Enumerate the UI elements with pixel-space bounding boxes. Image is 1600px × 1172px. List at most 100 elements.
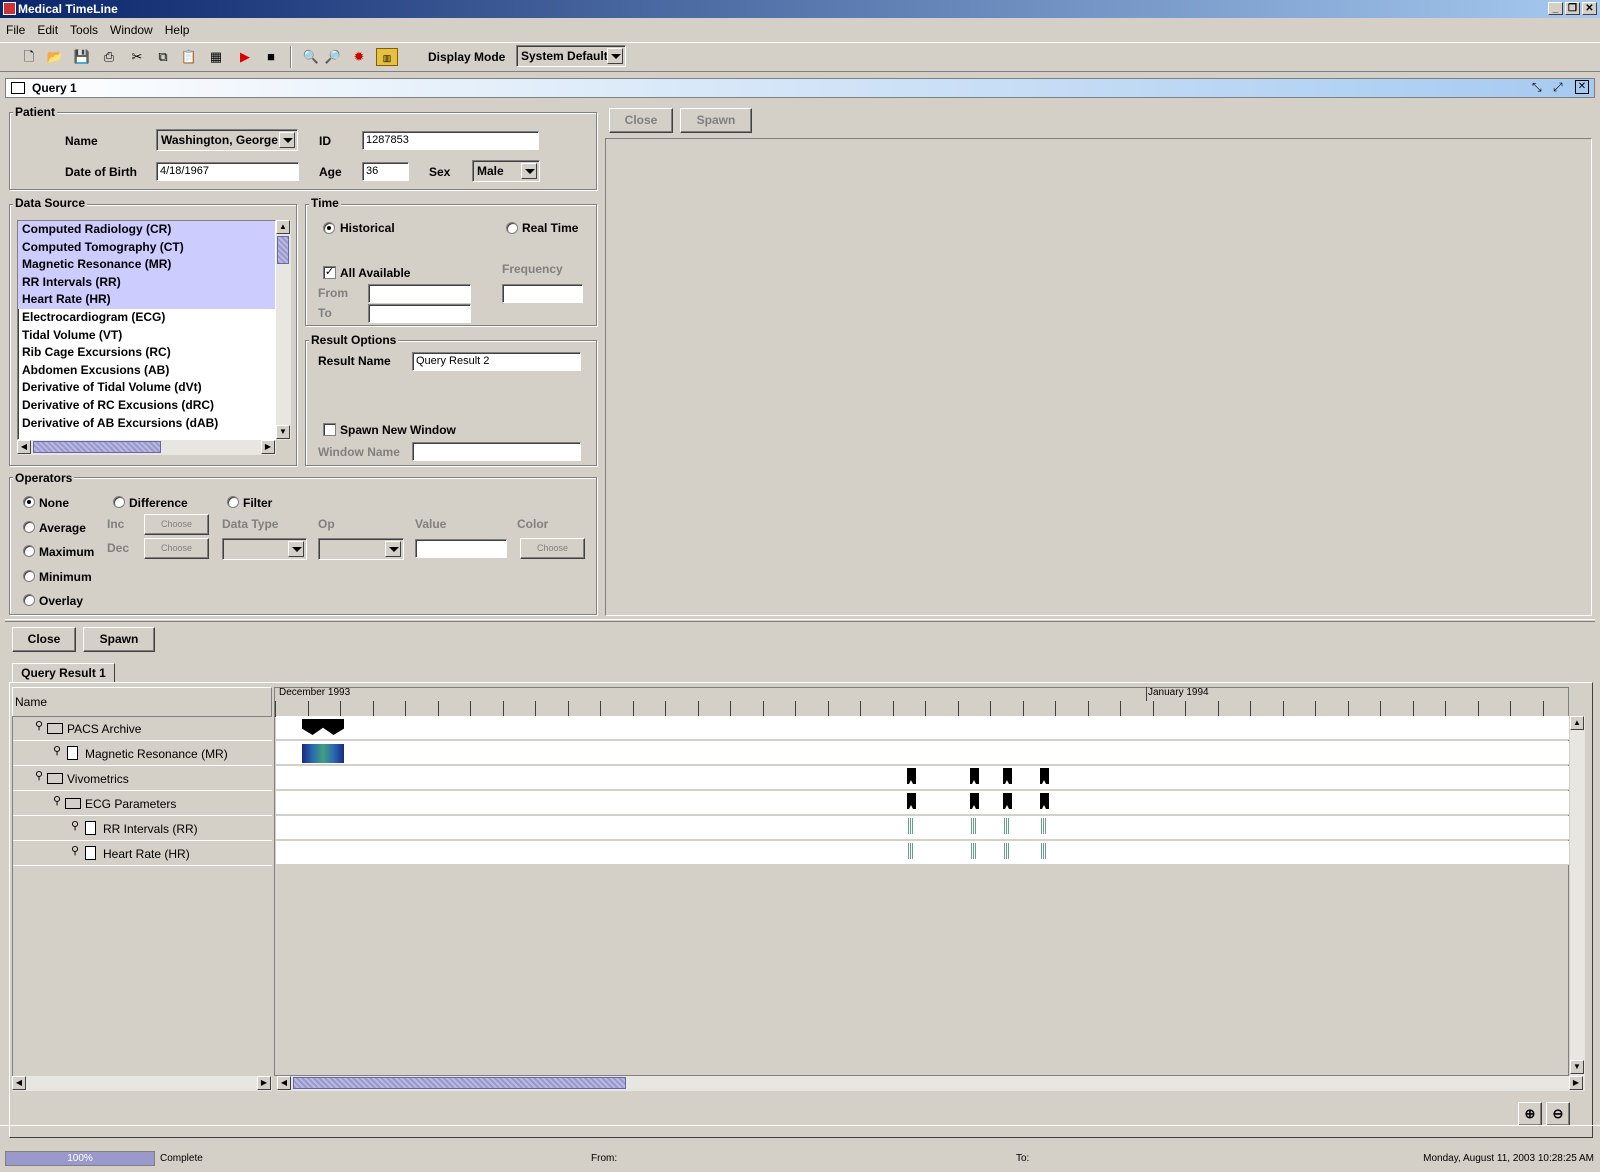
timeline-vscrollbar[interactable]: ▲ ▼ [1570, 716, 1585, 1076]
data-source-item[interactable]: Derivative of AB Excursions (dAB) [18, 415, 275, 433]
result-name-field[interactable]: Query Result 2 [412, 352, 581, 371]
op-select[interactable] [318, 538, 404, 560]
menu-edit[interactable]: Edit [31, 19, 64, 37]
hr-waveform[interactable] [1004, 843, 1010, 859]
timeline-zoom-out-button[interactable]: ⊖ [1546, 1102, 1570, 1126]
close-frame-icon[interactable]: ✕ [1575, 80, 1589, 94]
to-field[interactable] [368, 304, 471, 323]
data-source-list[interactable]: Computed Radiology (CR) Computed Tomograp… [17, 220, 276, 440]
right-spawn-button[interactable]: Spawn [680, 108, 752, 133]
inc-choose-button[interactable]: Choose [144, 514, 209, 535]
minimize-frame-icon[interactable]: ⤡ [1532, 80, 1542, 95]
pin-icon[interactable]: ⚲ [71, 844, 79, 857]
difference-radio[interactable] [113, 496, 125, 508]
operator-radio-none[interactable] [23, 496, 35, 508]
color-choose-button[interactable]: Choose [520, 538, 585, 559]
cut-icon[interactable]: ✂ [128, 48, 146, 66]
scroll-down-icon[interactable]: ▼ [1570, 1060, 1584, 1074]
timeline-zoom-in-button[interactable]: ⊕ [1518, 1102, 1542, 1126]
from-field[interactable] [368, 284, 471, 303]
data-source-item[interactable]: Magnetic Resonance (MR) [18, 256, 275, 274]
data-source-hscrollbar[interactable]: ◀ ▶ [17, 440, 276, 455]
split-divider[interactable] [5, 619, 1595, 622]
close-button[interactable]: Close [12, 627, 76, 652]
table-icon[interactable]: ▦ [207, 48, 225, 66]
scroll-right-icon[interactable]: ▶ [257, 1076, 271, 1090]
data-source-item[interactable]: Derivative of RC Excusions (dRC) [18, 397, 275, 415]
tab-query-result-1[interactable]: Query Result 1 [12, 663, 115, 683]
pin-icon[interactable]: ⚲ [71, 819, 79, 832]
mr-thumbnail-image[interactable] [302, 744, 344, 763]
paste-icon[interactable]: 📋 [180, 48, 198, 66]
tree-row[interactable]: ⚲ Vivometrics [13, 766, 272, 791]
chart-icon[interactable]: ▥ [376, 48, 398, 66]
data-source-item[interactable]: Computed Radiology (CR) [18, 221, 275, 239]
name-column-header[interactable]: Name [12, 687, 272, 717]
ecg-event-marker[interactable] [970, 793, 979, 809]
hr-waveform[interactable] [971, 843, 977, 859]
spawn-button[interactable]: Spawn [83, 627, 155, 652]
ecg-event-marker[interactable] [1040, 793, 1049, 809]
zoom-out-icon[interactable]: 🔎 [324, 48, 342, 66]
tree-row[interactable]: ⚲ Heart Rate (HR) [13, 841, 272, 866]
data-source-item[interactable]: Derivative of Tidal Volume (dVt) [18, 379, 275, 397]
frequency-field[interactable] [502, 284, 583, 303]
scroll-left-icon[interactable]: ◀ [12, 1076, 26, 1090]
window-name-field[interactable] [412, 442, 581, 461]
scroll-right-icon[interactable]: ▶ [1569, 1076, 1583, 1090]
realtime-radio[interactable] [506, 222, 518, 234]
pin-icon[interactable]: ⚲ [35, 769, 43, 782]
ecg-event-marker[interactable] [1003, 793, 1012, 809]
scroll-right-icon[interactable]: ▶ [261, 440, 275, 454]
data-source-item[interactable]: Tidal Volume (VT) [18, 327, 275, 345]
data-source-vscrollbar[interactable]: ▲ ▼ [276, 220, 291, 440]
scroll-thumb[interactable] [33, 441, 161, 453]
vivometrics-event-marker[interactable] [1040, 768, 1049, 784]
tree-hscrollbar[interactable]: ◀ ▶ [12, 1076, 272, 1091]
operator-radio-maximum[interactable] [23, 545, 35, 557]
vivometrics-event-marker[interactable] [970, 768, 979, 784]
operator-radio-overlay[interactable] [23, 594, 35, 606]
scroll-up-icon[interactable]: ▲ [276, 220, 290, 234]
pin-icon[interactable]: ⚲ [53, 744, 61, 757]
data-source-item[interactable]: Electrocardiogram (ECG) [18, 309, 275, 327]
tree-row[interactable]: ⚲ RR Intervals (RR) [13, 816, 272, 841]
data-source-item[interactable]: Abdomen Excusions (AB) [18, 362, 275, 380]
data-source-item[interactable]: Computed Tomography (CT) [18, 238, 275, 257]
maximize-frame-icon[interactable]: ⤢ [1553, 80, 1563, 95]
scroll-thumb[interactable] [293, 1077, 626, 1089]
menu-file[interactable]: File [0, 19, 31, 37]
new-icon[interactable]: 🗋 [20, 48, 38, 66]
vivometrics-event-marker[interactable] [1003, 768, 1012, 784]
zoom-in-icon[interactable]: 🔍 [302, 48, 320, 66]
copy-icon[interactable]: ⧉ [154, 48, 172, 66]
pin-icon[interactable]: ⚲ [53, 794, 61, 807]
tree-row[interactable]: ⚲ PACS Archive [13, 716, 272, 741]
patient-id-field[interactable]: 1287853 [362, 131, 539, 150]
open-icon[interactable]: 📂 [46, 48, 64, 66]
display-mode-select[interactable]: System Default [516, 45, 626, 67]
scroll-thumb[interactable] [277, 236, 289, 264]
rr-waveform[interactable] [1004, 818, 1010, 834]
historical-radio[interactable] [323, 222, 335, 234]
save-icon[interactable]: 💾 [73, 48, 91, 66]
dob-field[interactable]: 4/18/1967 [156, 162, 299, 181]
value-field[interactable] [415, 539, 507, 558]
menu-tools[interactable]: Tools [64, 19, 104, 37]
age-field[interactable]: 36 [362, 162, 409, 181]
data-source-item[interactable]: RR Intervals (RR) [18, 273, 275, 292]
right-close-button[interactable]: Close [609, 108, 673, 133]
data-type-select[interactable] [222, 538, 307, 560]
scroll-down-icon[interactable]: ▼ [276, 425, 290, 439]
ecg-event-marker[interactable] [907, 793, 916, 809]
spawn-new-window-checkbox[interactable] [323, 423, 336, 436]
stop-icon[interactable]: ■ [262, 48, 280, 66]
rr-waveform[interactable] [908, 818, 914, 834]
scroll-up-icon[interactable]: ▲ [1570, 716, 1584, 730]
hr-waveform[interactable] [1041, 843, 1047, 859]
rr-waveform[interactable] [1041, 818, 1047, 834]
hr-waveform[interactable] [908, 843, 914, 859]
sex-select[interactable]: Male [472, 160, 540, 182]
dec-choose-button[interactable]: Choose [144, 538, 209, 559]
vivometrics-event-marker[interactable] [907, 768, 916, 784]
